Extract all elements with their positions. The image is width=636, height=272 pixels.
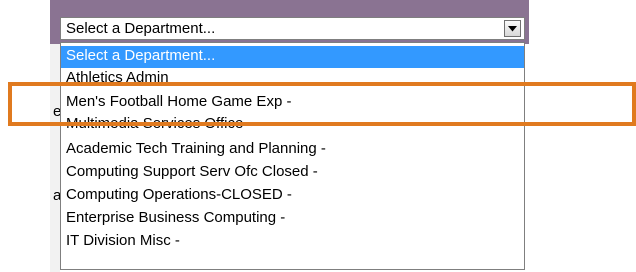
department-options-list[interactable]: Select a Department... Athletics Admin M… xyxy=(60,42,525,270)
dropdown-arrow-button[interactable] xyxy=(504,20,521,37)
page-sidebar-strip xyxy=(50,44,60,272)
department-select-value: Select a Department... xyxy=(66,20,216,37)
option-enterprise-business-computing[interactable]: Enterprise Business Computing - xyxy=(61,208,524,230)
option-select-department[interactable]: Select a Department... xyxy=(61,46,524,68)
option-academic-tech-training-planning[interactable]: Academic Tech Training and Planning - xyxy=(61,139,524,161)
department-select[interactable]: Select a Department... xyxy=(60,17,525,40)
chevron-down-icon xyxy=(508,26,517,32)
option-computing-operations-closed[interactable]: Computing Operations-CLOSED - xyxy=(61,185,524,207)
option-computing-support-serv-ofc-closed[interactable]: Computing Support Serv Ofc Closed - xyxy=(61,162,524,184)
option-it-division-misc[interactable]: IT Division Misc - xyxy=(61,231,524,253)
annotation-highlight-box xyxy=(8,82,636,126)
